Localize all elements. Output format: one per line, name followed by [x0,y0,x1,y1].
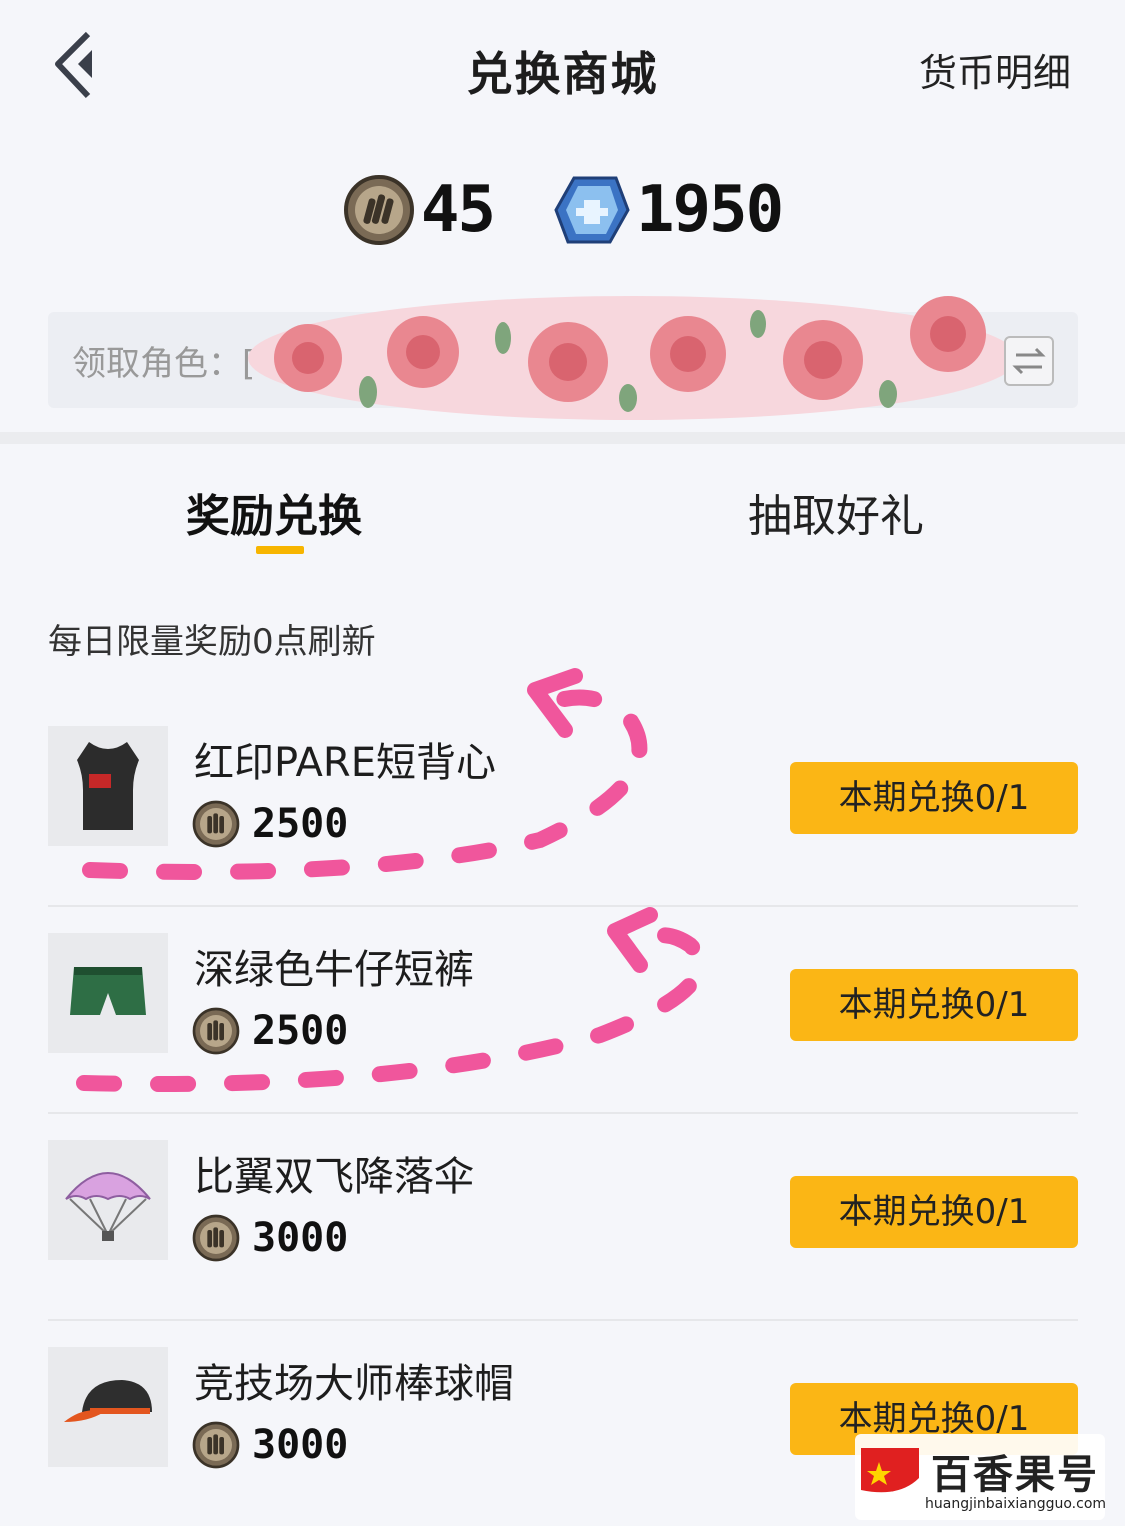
item-price: 3000 [192,1421,348,1469]
crystal-ticket-icon [554,176,630,244]
item-name: 比翼双飞降落伞 [194,1154,474,1200]
balance-row: 45 1950 [0,170,1125,250]
tab-bar: 奖励兑换 抽取好礼 [0,480,1125,560]
item-thumbnail [48,1347,168,1467]
item-name: 深绿色牛仔短裤 [194,947,474,993]
ticket-balance: 1950 [554,173,784,247]
role-label: 领取角色：[ [72,344,256,384]
item-name: 红印PARE短背心 [194,740,496,786]
top-bar: 兑换商城 货币明细 [0,0,1125,130]
bullet-coin-icon [192,1214,240,1262]
vest-icon [77,742,139,830]
list-item: 深绿色牛仔短裤 2500 本期兑换0/1 [48,907,1078,1114]
redeem-button[interactable]: 本期兑换0/1 [790,762,1078,834]
tab-lucky-draw[interactable]: 抽取好礼 [748,480,924,544]
price-value: 2500 [252,801,349,847]
refresh-notice: 每日限量奖励0点刷新 [48,622,376,662]
bullet-coin-icon [343,175,414,245]
bullet-coin-icon [192,1421,240,1469]
watermark-url: huangjinbaixiangguo.com [925,1496,1107,1512]
coin-amount: 45 [420,173,496,247]
redeem-button[interactable]: 本期兑换0/1 [790,1176,1078,1248]
tab-reward-exchange[interactable]: 奖励兑换 [186,480,362,544]
item-price: 2500 [192,1007,348,1055]
reward-list: 红印PARE短背心 2500 本期兑换0/1 深绿色牛仔短裤 2500 本期兑换… [48,700,1078,1526]
item-thumbnail [48,726,168,846]
item-price: 3000 [192,1214,348,1262]
watermark: 百香果号 huangjinbaixiangguo.com [855,1434,1107,1520]
item-price: 2500 [192,800,348,848]
watermark-logo-icon [861,1448,919,1493]
price-value: 3000 [252,1422,349,1468]
switch-role-button[interactable] [1004,336,1054,386]
bullet-coin-icon [192,1007,240,1055]
shorts-icon [70,967,146,1015]
bullet-coin-icon [192,800,240,848]
list-item: 比翼双飞降落伞 3000 本期兑换0/1 [48,1114,1078,1321]
redeem-button[interactable]: 本期兑换0/1 [790,969,1078,1041]
item-thumbnail [48,933,168,1053]
price-value: 3000 [252,1215,349,1261]
item-name: 竞技场大师棒球帽 [194,1361,514,1407]
ticket-amount: 1950 [635,173,784,247]
price-value: 2500 [252,1008,349,1054]
role-selector[interactable]: 领取角色：[ [48,296,1078,420]
active-tab-indicator [256,546,304,554]
section-divider [0,432,1125,444]
cap-icon [64,1380,152,1422]
coin-balance: 45 [343,173,496,247]
rose-sticker-mask [248,296,1018,420]
list-item: 红印PARE短背心 2500 本期兑换0/1 [48,700,1078,907]
swap-arrows-icon [1012,347,1046,375]
parachute-icon [65,1172,151,1241]
item-thumbnail [48,1140,168,1260]
currency-detail-link[interactable]: 货币明细 [919,42,1071,97]
watermark-text: 百香果号 [931,1452,1099,1498]
